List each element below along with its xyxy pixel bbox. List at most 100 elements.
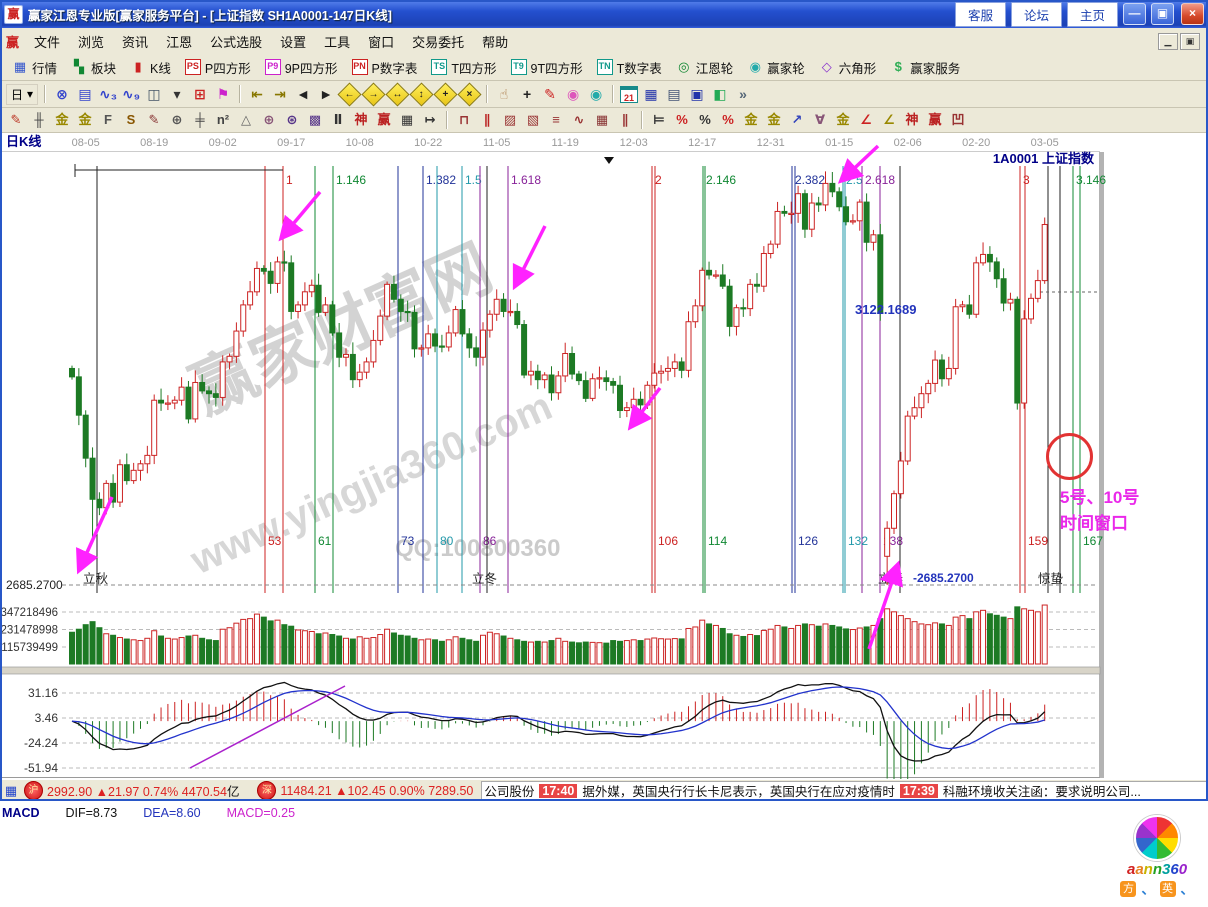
gann-draw-tool-42[interactable]: 凹 <box>948 110 968 130</box>
gann-draw-tool-23[interactable]: ▧ <box>523 110 543 130</box>
gann-draw-tool-29[interactable]: ⊨ <box>649 110 669 130</box>
gann-draw-tool-38[interactable]: ∠ <box>856 110 876 130</box>
toolbar-button-info[interactable]: ▤ <box>75 85 95 104</box>
gann-draw-tool-14[interactable]: Ⅱ <box>328 110 348 130</box>
toolbar-button-p-table[interactable]: PNP数字表 <box>346 57 424 78</box>
shenzhen-index-quote[interactable]: 11484.21 ▲102.45 0.90% 7289.50 <box>280 784 473 798</box>
gann-draw-tool-0[interactable]: ✎ <box>6 110 26 130</box>
gann-draw-tool-31[interactable]: % <box>695 110 715 130</box>
toolbar-button-pen[interactable]: ✎ <box>540 85 560 104</box>
titlebar-link-论坛[interactable]: 论坛 <box>1011 2 1062 27</box>
toolbar-button-notepad[interactable]: ▤ <box>664 85 684 104</box>
menu-item-浏览[interactable]: 浏览 <box>69 29 113 54</box>
gann-draw-tool-16[interactable]: 赢 <box>374 110 394 130</box>
toolbar-button-overlay[interactable]: ⊗ <box>52 85 72 104</box>
menu-item-设置[interactable]: 设置 <box>271 29 315 54</box>
toolbar-button-kline[interactable]: ▮K线 <box>124 57 177 78</box>
toolbar-button-crosshair[interactable]: + <box>517 85 537 104</box>
toolbar-button-winner-wheel[interactable]: ◉赢家轮 <box>741 57 811 78</box>
gann-draw-tool-10[interactable]: △ <box>236 110 256 130</box>
gann-draw-tool-24[interactable]: ≡ <box>546 110 566 130</box>
toolbar-button-gann-wheel[interactable]: ◎江恩轮 <box>670 57 740 78</box>
mdi-restore-button[interactable]: ▣ <box>1180 33 1200 50</box>
toolbar-button-diamond-plus[interactable]: + <box>434 82 458 106</box>
toolbar-button-9p-square[interactable]: P99P四方形 <box>259 57 344 78</box>
toolbar-button-last-bar[interactable]: ⇥ <box>270 85 290 104</box>
gann-draw-tool-4[interactable]: F <box>98 110 118 130</box>
gann-draw-tool-17[interactable]: ▦ <box>397 110 417 130</box>
gann-draw-tool-39[interactable]: ∠ <box>879 110 899 130</box>
mdi-minimize-button[interactable]: ▁ <box>1158 33 1178 50</box>
chart-canvas[interactable]: 赢家财富网www.yingjia360.comQQ:10080036008-05… <box>0 133 1208 779</box>
toolbar-button-dropdown-more[interactable]: ▾ <box>167 85 187 104</box>
toolbar-button-save[interactable]: ▣ <box>687 85 707 104</box>
menu-item-工具[interactable]: 工具 <box>315 29 359 54</box>
toolbar-button-send[interactable]: » <box>733 85 753 104</box>
gann-draw-tool-7[interactable]: ⊕ <box>167 110 187 130</box>
gann-draw-tool-12[interactable]: ⊛ <box>282 110 302 130</box>
gann-draw-tool-40[interactable]: 神 <box>902 110 922 130</box>
menu-item-公式选股[interactable]: 公式选股 <box>201 29 271 54</box>
toolbar-button-diamond-left[interactable]: ← <box>338 82 362 106</box>
toolbar-button-p-square[interactable]: PSP四方形 <box>179 57 257 78</box>
gann-draw-tool-35[interactable]: ↗ <box>787 110 807 130</box>
titlebar-link-客服[interactable]: 客服 <box>955 2 1006 27</box>
gann-draw-tool-37[interactable]: 金 <box>833 110 853 130</box>
toolbar-button-hand[interactable]: ☝ <box>494 85 514 104</box>
toolbar-button-diamond-right[interactable]: → <box>362 82 386 106</box>
menu-item-窗口[interactable]: 窗口 <box>359 29 403 54</box>
news-ticker[interactable]: 公司股份17:40据外媒，英国央行行长卡尼表示，英国央行在应对疫情时17:39科… <box>481 781 1206 800</box>
toolbar-button-next-bar[interactable]: ► <box>316 85 336 104</box>
gann-draw-tool-6[interactable]: ✎ <box>144 110 164 130</box>
toolbar-button-brain-pink[interactable]: ◉ <box>563 85 583 104</box>
gann-draw-tool-26[interactable]: ▦ <box>592 110 612 130</box>
gann-draw-tool-41[interactable]: 赢 <box>925 110 945 130</box>
toolbar-button-t-table[interactable]: TNT数字表 <box>591 57 668 78</box>
toolbar-button-wave-3[interactable]: ∿₃ <box>98 85 118 104</box>
toolbar-button-calculator[interactable]: ▦ <box>641 85 661 104</box>
toolbar-button-hexagon[interactable]: ◇六角形 <box>813 57 883 78</box>
shanghai-index-quote[interactable]: 2992.90 ▲21.97 0.74% 4470.54亿 <box>47 781 239 800</box>
titlebar-link-主页[interactable]: 主页 <box>1067 2 1118 27</box>
toolbar-button-t-square[interactable]: TST四方形 <box>425 57 502 78</box>
gann-draw-tool-25[interactable]: ∿ <box>569 110 589 130</box>
toolbar-button-9t-square[interactable]: T99T四方形 <box>505 57 589 78</box>
toolbar-button-snapshot[interactable]: ◧ <box>710 85 730 104</box>
toolbar-button-diamond-ud[interactable]: ↕ <box>410 82 434 106</box>
menu-item-文件[interactable]: 文件 <box>25 29 69 54</box>
maximize-button[interactable]: ▣ <box>1151 3 1174 25</box>
toolbar-button-winner-service[interactable]: $赢家服务 <box>884 57 966 78</box>
menu-item-交易委托[interactable]: 交易委托 <box>403 29 473 54</box>
gann-draw-tool-8[interactable]: ╪ <box>190 110 210 130</box>
menu-item-资讯[interactable]: 资讯 <box>113 29 157 54</box>
gann-draw-tool-30[interactable]: % <box>672 110 692 130</box>
gann-draw-tool-21[interactable]: ∥ <box>477 110 497 130</box>
toolbar-button-sectors[interactable]: ▚板块 <box>65 57 122 78</box>
gann-draw-tool-9[interactable]: n² <box>213 110 233 130</box>
close-button[interactable]: × <box>1181 3 1204 25</box>
toolbar-button-diamond-x[interactable]: × <box>458 82 482 106</box>
toolbar-button-prev-bar[interactable]: ◄ <box>293 85 313 104</box>
gann-draw-tool-3[interactable]: 金 <box>75 110 95 130</box>
gann-draw-tool-22[interactable]: ▨ <box>500 110 520 130</box>
gann-draw-tool-32[interactable]: % <box>718 110 738 130</box>
gann-draw-tool-34[interactable]: 金 <box>764 110 784 130</box>
gann-draw-tool-36[interactable]: ∀ <box>810 110 830 130</box>
toolbar-button-calendar[interactable]: 21 <box>620 86 638 103</box>
toolbar-button-quotes[interactable]: ▦行情 <box>6 57 63 78</box>
menu-item-江恩[interactable]: 江恩 <box>157 29 201 54</box>
toolbar-button-bottle[interactable]: ◫ <box>144 85 164 104</box>
gann-draw-tool-15[interactable]: 神 <box>351 110 371 130</box>
toolbar-button-brain-teal[interactable]: ◉ <box>586 85 606 104</box>
toolbar-button-range-stats[interactable]: ⊞ <box>190 85 210 104</box>
gann-draw-tool-13[interactable]: ▩ <box>305 110 325 130</box>
gann-draw-tool-18[interactable]: ↦ <box>420 110 440 130</box>
menu-item-帮助[interactable]: 帮助 <box>473 29 517 54</box>
minimize-button[interactable]: — <box>1123 3 1146 25</box>
gann-draw-tool-1[interactable]: ╫ <box>29 110 49 130</box>
gann-draw-tool-20[interactable]: ⊓ <box>454 110 474 130</box>
period-selector[interactable]: 日▾ <box>6 84 38 105</box>
gann-draw-tool-11[interactable]: ⊕ <box>259 110 279 130</box>
gann-draw-tool-5[interactable]: S <box>121 110 141 130</box>
toolbar-button-wave-9[interactable]: ∿₉ <box>121 85 141 104</box>
